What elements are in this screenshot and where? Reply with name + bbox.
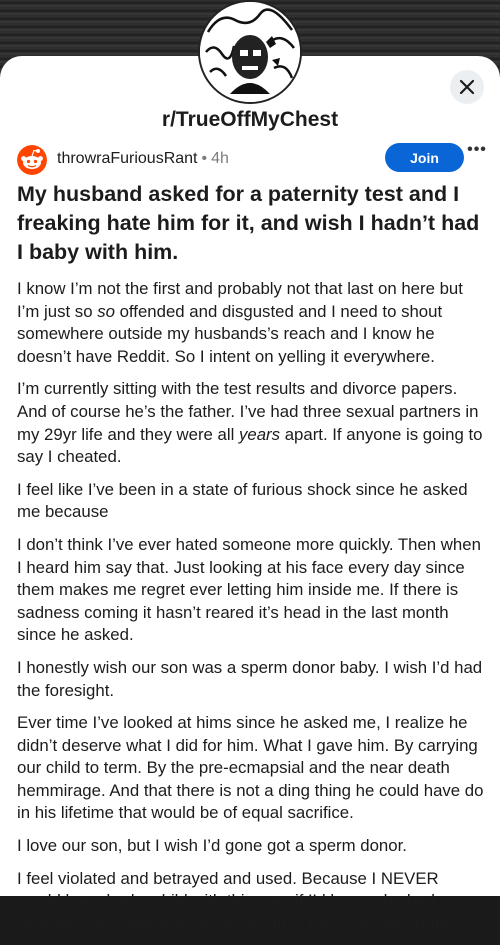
more-options-button[interactable]: ••• <box>465 141 489 161</box>
text-span: to ask for this. Because apparently <box>194 913 457 933</box>
subreddit-avatar-art <box>200 2 300 102</box>
close-icon <box>459 79 475 95</box>
meta-separator: • <box>201 150 208 167</box>
join-button[interactable]: Join <box>385 143 464 172</box>
post-body: I know I’m not the first and probably no… <box>17 278 487 945</box>
emphasis-span: the whole time! <box>81 913 195 933</box>
body-paragraph-4: I don’t think I’ve ever hated someone mo… <box>17 534 481 645</box>
post-time: 4h <box>211 150 229 167</box>
more-icon: ••• <box>467 141 487 158</box>
body-paragraph-7: I love our son, but I wish I’d gone got … <box>17 836 407 856</box>
emphasis-span: so <box>97 301 115 321</box>
subreddit-name[interactable]: r/TrueOffMyChest <box>0 108 500 132</box>
body-paragraph-2: I’m currently sitting with the test resu… <box>17 378 487 468</box>
username[interactable]: throwraFuriousRant <box>57 150 198 167</box>
body-paragraph-1: I know I’m not the first and probably no… <box>17 278 487 368</box>
emphasis-span: years <box>238 424 281 444</box>
body-paragraph-6: Ever time I’ve looked at hims since he a… <box>17 713 484 823</box>
post-meta: throwraFuriousRant • 4h <box>57 150 229 168</box>
post-title: My husband asked for a paternity test an… <box>17 182 480 264</box>
reddit-snoo-icon[interactable] <box>17 145 47 175</box>
subreddit-avatar <box>198 0 302 104</box>
body-paragraph-5: I honestly wish our son was a sperm dono… <box>17 657 483 700</box>
close-button[interactable] <box>450 70 484 104</box>
post-header: throwraFuriousRant • 4h Join ••• <box>17 141 489 175</box>
body-paragraph-3: I feel like I’ve been in a state of furi… <box>17 479 468 522</box>
body-paragraph-8: I feel violated and betrayed and used. B… <box>17 868 487 936</box>
